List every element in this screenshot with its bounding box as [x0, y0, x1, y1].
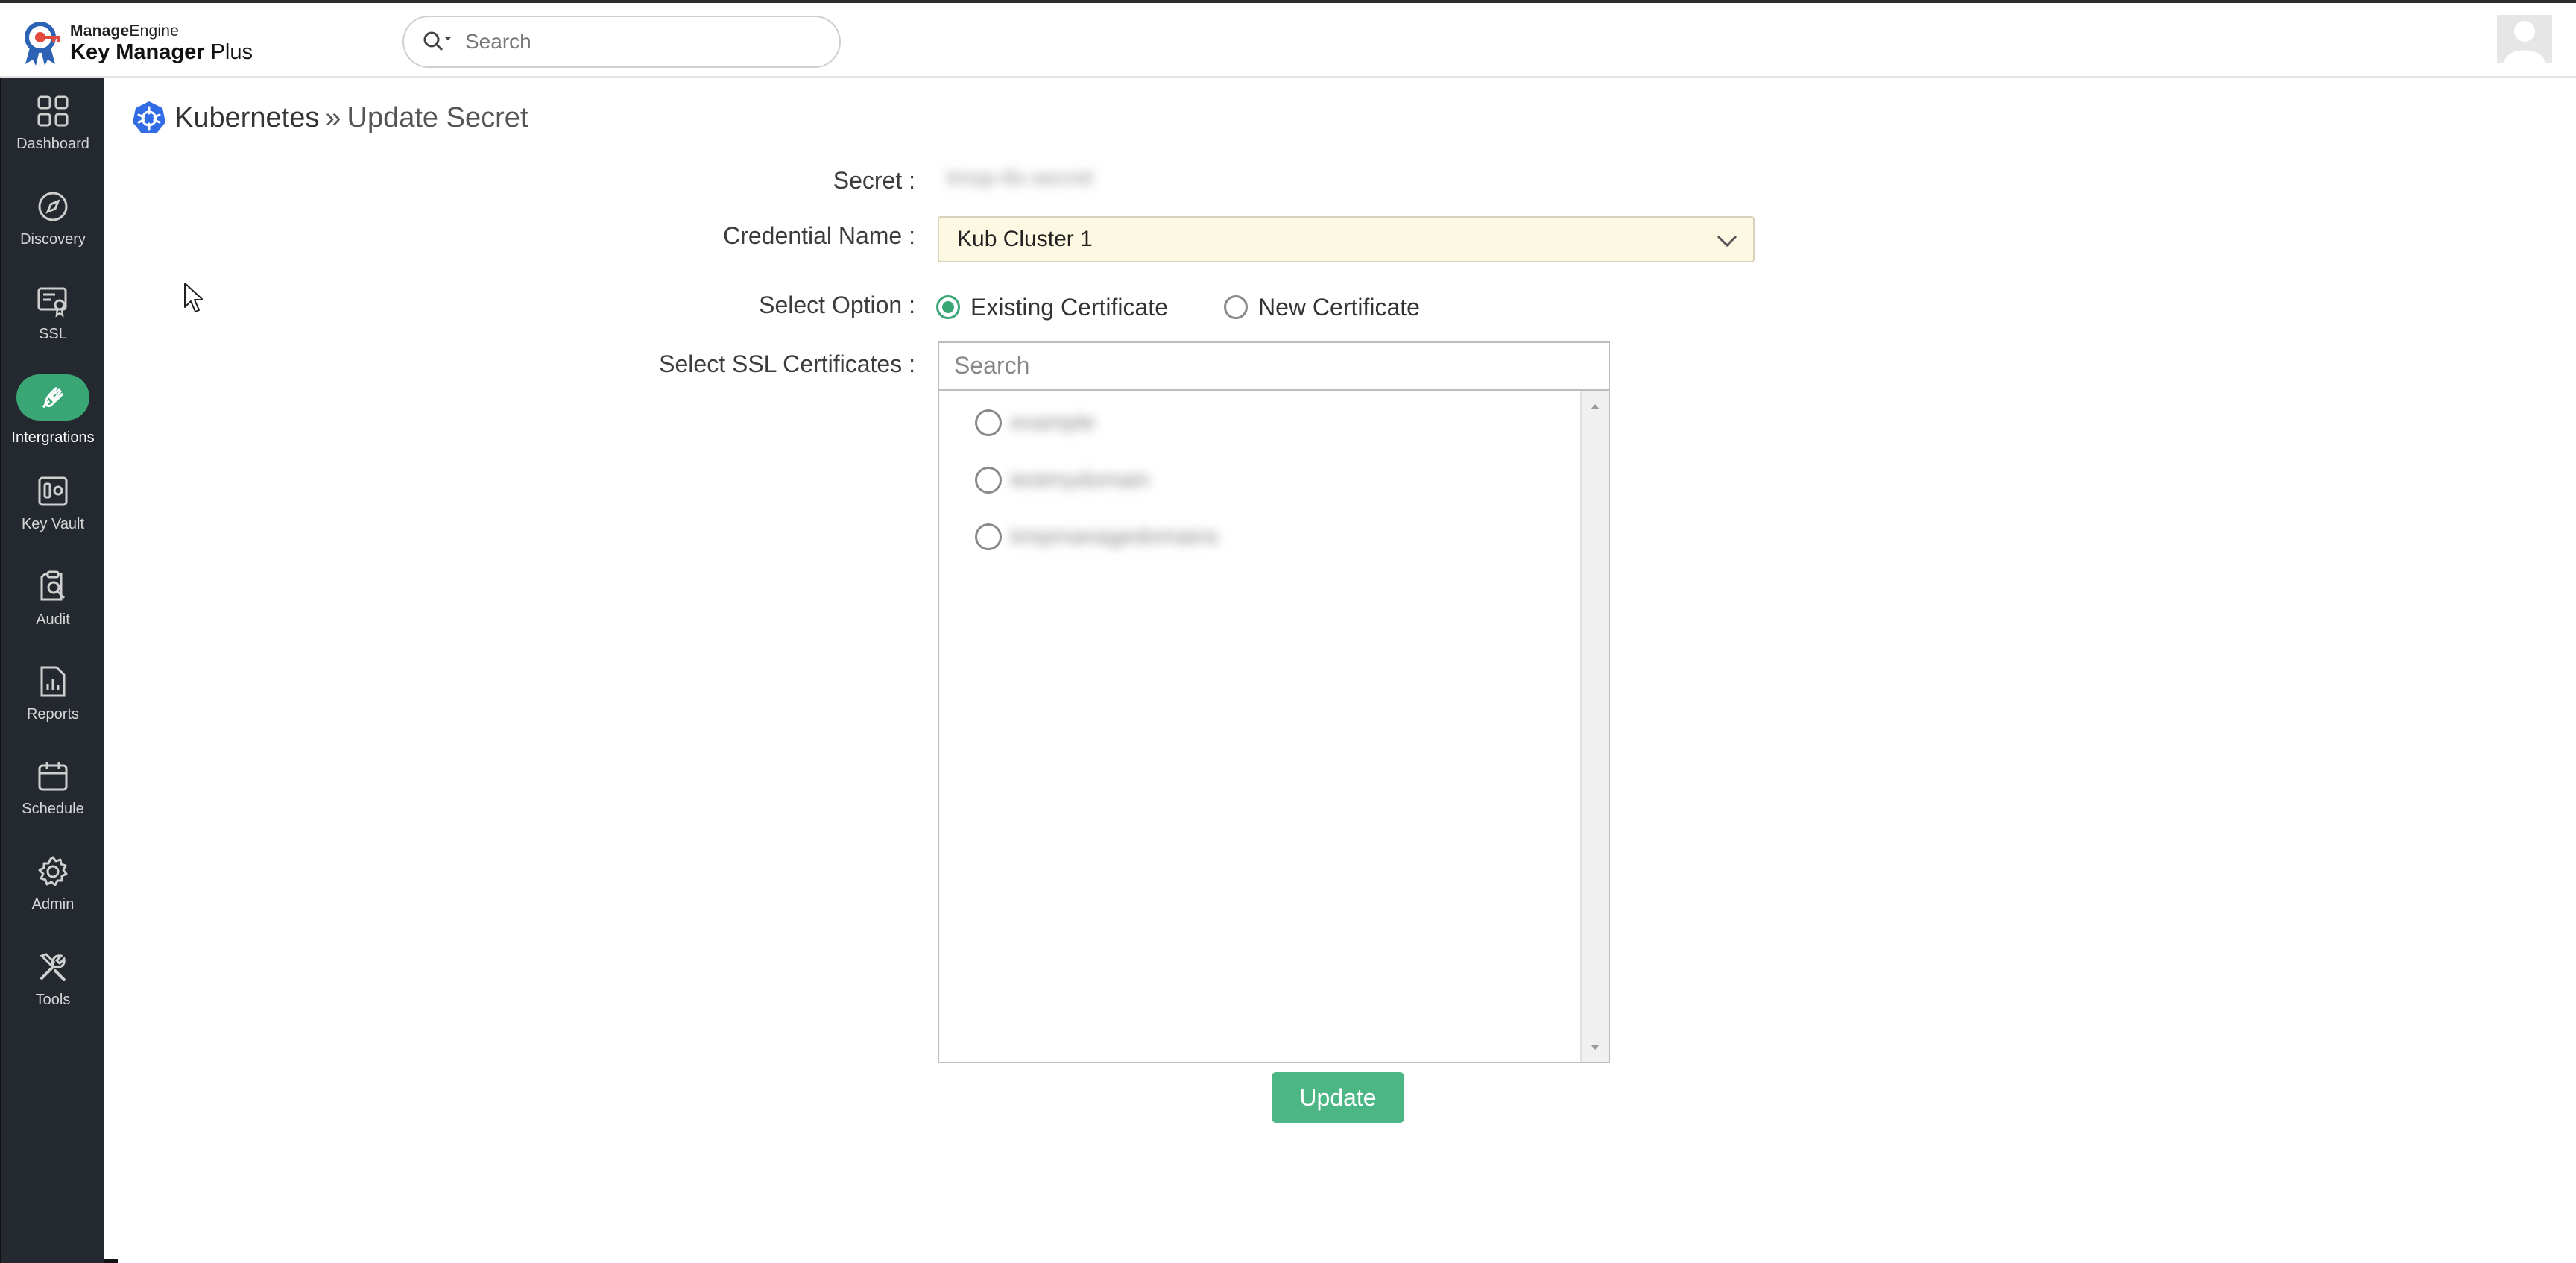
radio-button[interactable] — [975, 409, 1002, 436]
credential-name-value: Kub Cluster 1 — [957, 227, 1093, 251]
credential-name-label: Credential Name : — [723, 222, 915, 249]
certificate-name: kmpmanagedomains — [1011, 524, 1219, 549]
sidebar-item-label: Schedule — [22, 801, 84, 817]
tools-icon — [40, 953, 66, 981]
sidebar-item-key-vault[interactable]: Key Vault — [1, 474, 104, 564]
breadcrumb: Kubernetes » Update Secret — [131, 97, 528, 139]
global-search-input[interactable] — [464, 29, 809, 54]
radio-label: New Certificate — [1258, 293, 1420, 321]
list-scrollbar[interactable] — [1580, 391, 1609, 1062]
secret-label: Secret : — [833, 167, 915, 194]
report-icon — [40, 666, 66, 697]
sidebar-item-tools[interactable]: Tools — [1, 950, 104, 1039]
vault-icon — [38, 476, 68, 506]
compass-icon — [38, 192, 68, 221]
plug-icon — [42, 387, 63, 408]
certificate-search[interactable] — [938, 341, 1610, 391]
sidebar-item-label: Discovery — [20, 231, 86, 248]
breadcrumb-separator: » — [325, 101, 341, 133]
list-item[interactable]: example — [975, 404, 1095, 441]
sidebar: Dashboard Discovery SSL Intergrations Ke… — [0, 78, 104, 1263]
sidebar-item-label: Dashboard — [16, 136, 89, 152]
scroll-down-arrow-icon[interactable] — [1588, 1042, 1602, 1053]
sidebar-item-admin[interactable]: Admin — [1, 854, 104, 944]
breadcrumb-kubernetes[interactable]: Kubernetes — [174, 102, 319, 134]
select-option-label: Select Option : — [759, 292, 915, 318]
app-logo[interactable]: ManageEngine Key Manager Plus — [19, 19, 253, 67]
radio-label: Existing Certificate — [970, 293, 1168, 321]
sidebar-item-discovery[interactable]: Discovery — [1, 189, 104, 279]
sidebar-item-label: Key Vault — [21, 516, 85, 532]
list-item[interactable]: kmpmanagedomains — [975, 518, 1218, 555]
chevron-down-icon — [1717, 235, 1737, 248]
sidebar-item-intergrations[interactable]: Intergrations — [1, 374, 104, 464]
radio-button[interactable] — [1224, 295, 1248, 319]
certificate-name: example — [1011, 410, 1096, 435]
search-icon — [423, 31, 451, 51]
sidebar-item-reports[interactable]: Reports — [1, 664, 104, 754]
gear-icon — [38, 856, 68, 886]
radio-button[interactable] — [975, 523, 1002, 550]
sidebar-item-schedule[interactable]: Schedule — [1, 759, 104, 848]
brand-name: ManageEngine — [70, 22, 179, 40]
secret-value: tmsp-tls-secret — [947, 166, 1093, 190]
certificate-search-input[interactable] — [953, 343, 1597, 388]
certificate-icon — [37, 287, 67, 318]
sidebar-item-label: Admin — [31, 896, 75, 913]
product-name: Key Manager Plus — [70, 40, 253, 64]
audit-icon — [40, 570, 66, 601]
top-bar: ManageEngine Key Manager Plus — [0, 0, 2576, 78]
sidebar-item-label: SSL — [39, 326, 67, 342]
certificate-list[interactable]: example testmydomain kmpmanagedomains — [938, 391, 1610, 1063]
user-avatar-icon[interactable] — [2497, 15, 2552, 63]
page-title: Update Secret — [347, 101, 528, 133]
radio-button[interactable] — [975, 467, 1002, 494]
certificate-name: testmydomain — [1011, 467, 1150, 492]
sidebar-item-audit[interactable]: Audit — [1, 570, 104, 659]
list-item[interactable]: testmydomain — [975, 462, 1150, 499]
sidebar-item-ssl[interactable]: SSL — [1, 284, 104, 374]
new-certificate-radio[interactable]: New Certificate — [1224, 291, 1420, 324]
key-ribbon-logo-icon — [25, 22, 60, 66]
global-search[interactable] — [402, 16, 841, 68]
select-ssl-certificates-label: Select SSL Certificates : — [659, 350, 915, 377]
calendar-icon — [38, 762, 68, 791]
mouse-cursor-icon — [184, 283, 203, 312]
grid-icon — [37, 95, 69, 127]
credential-name-select[interactable]: Kub Cluster 1 — [938, 216, 1755, 262]
radio-button-checked[interactable] — [936, 295, 960, 319]
sidebar-item-label: Tools — [35, 992, 71, 1008]
sidebar-item-dashboard[interactable]: Dashboard — [1, 94, 104, 183]
scroll-up-arrow-icon[interactable] — [1588, 401, 1602, 412]
update-button[interactable]: Update — [1272, 1072, 1404, 1123]
existing-certificate-radio[interactable]: Existing Certificate — [936, 291, 1168, 324]
sidebar-item-label: Audit — [36, 611, 70, 628]
kubernetes-icon — [133, 101, 165, 133]
sidebar-item-label: Reports — [26, 706, 80, 722]
sidebar-item-label: Intergrations — [11, 429, 95, 446]
